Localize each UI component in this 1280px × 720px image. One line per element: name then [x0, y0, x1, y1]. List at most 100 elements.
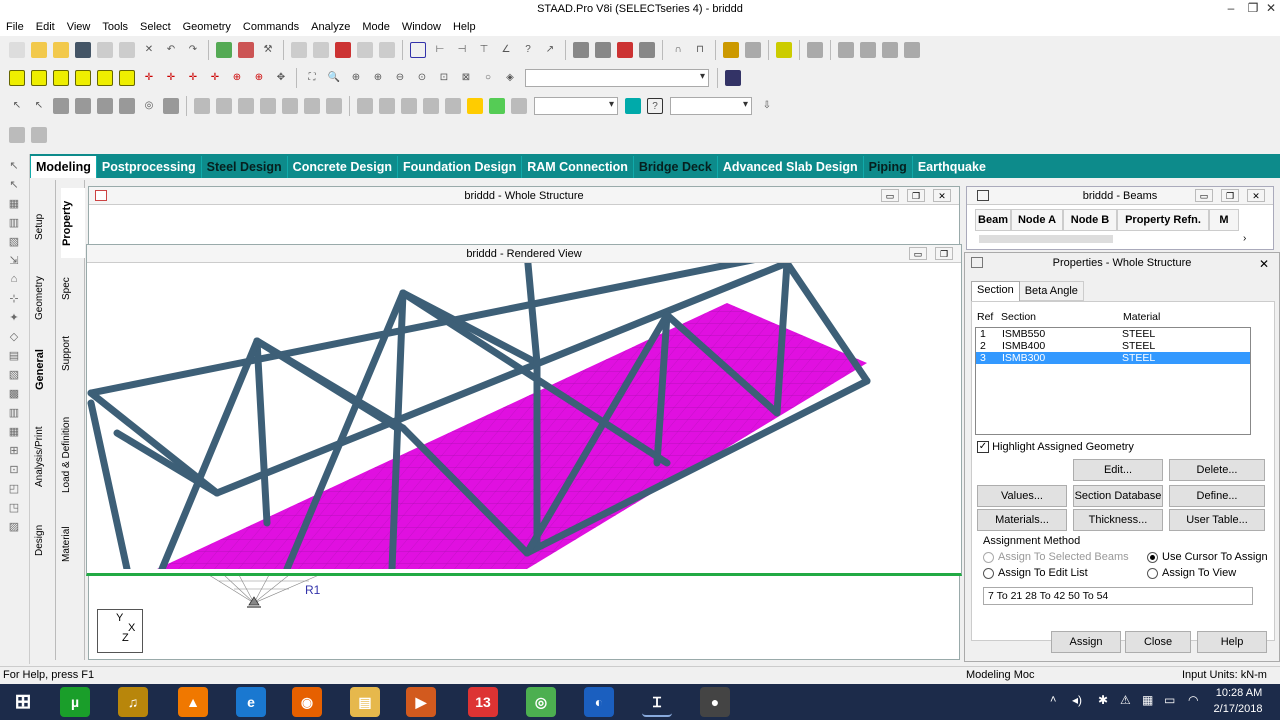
report-icon[interactable]	[379, 42, 395, 58]
beams-col-5[interactable]: M	[1209, 209, 1239, 231]
side-tab-design[interactable]: Design	[34, 510, 56, 570]
menu-help[interactable]: Help	[447, 18, 482, 36]
zoom-dynamic-icon[interactable]: ⊕	[348, 70, 364, 86]
rotate-down-icon[interactable]: ✛	[163, 70, 179, 86]
beams-col-3[interactable]: Node B	[1063, 209, 1117, 231]
intersect-icon[interactable]	[423, 98, 439, 114]
query-icon[interactable]: ?	[520, 42, 536, 58]
split-beam-icon[interactable]	[379, 98, 395, 114]
circular-repeat-icon[interactable]	[304, 98, 320, 114]
loads-icon[interactable]	[573, 42, 589, 58]
side-tab-material[interactable]: Material	[61, 516, 85, 572]
labels-icon[interactable]	[639, 42, 655, 58]
side-tab-setup[interactable]: Setup	[34, 192, 56, 262]
side-tab-load-definition[interactable]: Load & Definition	[61, 405, 85, 505]
help-button[interactable]: Help	[1197, 631, 1267, 653]
cursor-tool-18-icon[interactable]: ◰	[6, 482, 22, 496]
section-row[interactable]: 2 ISMB400 STEEL	[976, 340, 1250, 352]
structure-wizard-icon[interactable]	[216, 42, 232, 58]
side-tab-support[interactable]: Support	[61, 325, 85, 381]
utorrent-icon[interactable]: µ	[60, 687, 90, 717]
menu-view[interactable]: View	[61, 18, 97, 36]
beams-cursor-icon[interactable]	[53, 98, 69, 114]
tab-beta-angle[interactable]: Beta Angle	[1019, 281, 1084, 301]
scale-icon[interactable]	[595, 42, 611, 58]
menu-analyze[interactable]: Analyze	[305, 18, 356, 36]
geometry-cursor-icon[interactable]: ◎	[141, 98, 157, 114]
cursor-tool-15-icon[interactable]: ▦	[6, 425, 22, 439]
properties-close-icon[interactable]: ✕	[1259, 254, 1269, 274]
bluetooth-icon[interactable]: ✱	[1098, 693, 1108, 707]
view-from-left-icon[interactable]	[53, 70, 69, 86]
paste-icon[interactable]	[119, 42, 135, 58]
side-tab-property[interactable]: Property	[61, 188, 85, 258]
clock-time[interactable]: 10:28 AM	[1214, 687, 1264, 699]
bt-restore-icon[interactable]: ❐	[1221, 189, 1239, 202]
pointer-icon[interactable]: ↗	[542, 42, 558, 58]
copy-icon[interactable]	[97, 42, 113, 58]
side-tab-geometry[interactable]: Geometry	[34, 260, 56, 336]
page-tab-piping[interactable]: Piping	[862, 156, 912, 178]
cursor-tool-2-icon[interactable]: ↖	[6, 178, 22, 192]
beams-table-scrollbar[interactable]	[979, 235, 1113, 243]
zoom-out-icon[interactable]: ⊖	[392, 70, 408, 86]
menu-commands[interactable]: Commands	[237, 18, 305, 36]
select-group-icon[interactable]	[489, 98, 505, 114]
media-player-icon[interactable]: ▶	[406, 687, 436, 717]
view-select-combo[interactable]	[525, 69, 709, 87]
new-file-icon[interactable]	[9, 42, 25, 58]
physical-member-icon[interactable]	[163, 98, 179, 114]
cursor-tool-14-icon[interactable]: ▥	[6, 406, 22, 420]
monitor-icon[interactable]	[625, 98, 641, 114]
window-cascade-icon[interactable]	[860, 42, 876, 58]
angle-icon[interactable]: ∠	[498, 42, 514, 58]
magnify-icon[interactable]: ○	[480, 70, 496, 86]
support-icon[interactable]	[776, 42, 792, 58]
cursor-tool-13-icon[interactable]: ▩	[6, 387, 22, 401]
use-cursor-radio[interactable]: Use Cursor To Assign	[1147, 551, 1268, 563]
measure-icon[interactable]: ⊣	[454, 42, 470, 58]
cut-icon[interactable]: ✕	[141, 42, 157, 58]
tools-icon[interactable]: ⚒	[260, 42, 276, 58]
edit-button[interactable]: Edit...	[1073, 459, 1163, 481]
chrome-icon[interactable]: ◎	[526, 687, 556, 717]
print-preview-icon[interactable]	[313, 42, 329, 58]
rotate-left-icon[interactable]: ✛	[185, 70, 201, 86]
cursor-tool-19-icon[interactable]: ◳	[6, 501, 22, 515]
window-arrange-icon[interactable]	[882, 42, 898, 58]
page-tab-earthquake[interactable]: Earthquake	[911, 156, 991, 178]
menu-edit[interactable]: Edit	[30, 18, 61, 36]
highlight-checkbox[interactable]: ✓	[977, 441, 989, 454]
music-app-icon[interactable]: ♫	[118, 687, 148, 717]
recorder-icon[interactable]: ●	[700, 687, 730, 717]
open-folder-icon[interactable]	[53, 42, 69, 58]
translational-repeat-icon[interactable]	[282, 98, 298, 114]
materials-button[interactable]: Materials...	[977, 509, 1067, 531]
view-from-top-icon[interactable]	[97, 70, 113, 86]
menu-geometry[interactable]: Geometry	[177, 18, 237, 36]
view-from-right-icon[interactable]	[75, 70, 91, 86]
bt-minimize-icon[interactable]: ▭	[1195, 189, 1213, 202]
app-13-icon[interactable]: 13	[468, 687, 498, 717]
fill-icon[interactable]: ◈	[502, 70, 518, 86]
bt-close-icon[interactable]: ✕	[1247, 189, 1265, 202]
property-icon[interactable]	[723, 42, 739, 58]
highlight-checkbox-row[interactable]: ✓ Highlight Assigned Geometry	[977, 441, 1134, 454]
blue-app-icon[interactable]: ◐	[584, 687, 614, 717]
undo-icon[interactable]: ↶	[163, 42, 179, 58]
cursor-tool-17-icon[interactable]: ⊡	[6, 463, 22, 477]
define-button[interactable]: Define...	[1169, 485, 1265, 507]
info-icon[interactable]: ?	[647, 98, 663, 114]
zoom-extent-icon[interactable]: ⊡	[436, 70, 452, 86]
refresh-icon[interactable]	[511, 98, 527, 114]
add-beam-icon[interactable]	[216, 98, 232, 114]
zoom-window-icon[interactable]: 🔍	[326, 70, 342, 86]
rv-restore-icon[interactable]: ❐	[935, 247, 953, 260]
volume-icon[interactable]: ◂)	[1072, 693, 1082, 707]
cursor-tool-1-icon[interactable]: ↖	[6, 159, 22, 173]
staad-pro-icon[interactable]: Ɪ	[642, 687, 672, 717]
selection-cursor-icon[interactable]: ↖	[9, 98, 25, 114]
tab-section[interactable]: Section	[971, 281, 1020, 301]
page-tab-concrete-design[interactable]: Concrete Design	[286, 156, 397, 178]
cursor-tool-10-icon[interactable]: ◇	[6, 330, 22, 344]
